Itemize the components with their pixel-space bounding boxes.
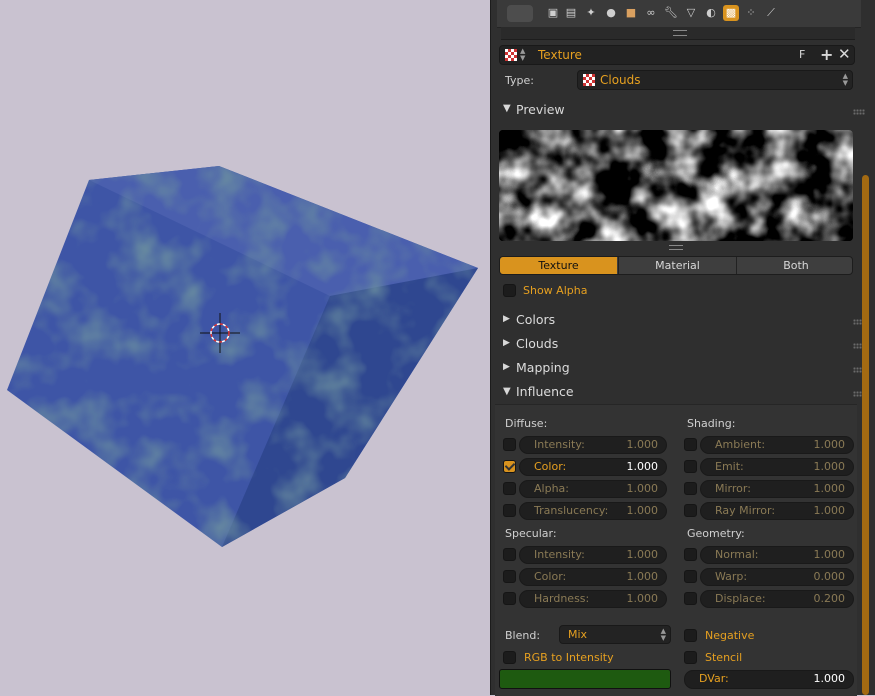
texture-color-swatch[interactable] <box>499 669 671 689</box>
shading-ray-mirror-field[interactable]: Ray Mirror: 1.000 <box>700 502 854 520</box>
influence-panel: Diffuse: Shading: Intensity: 1.000 Color:… <box>495 404 857 696</box>
section-mapping[interactable]: Mapping <box>516 360 570 375</box>
collapse-arrow-icon[interactable]: ▼ <box>503 386 511 397</box>
specular-hardness-field[interactable]: Hardness: 1.000 <box>519 590 667 608</box>
geometry-normal-checkbox[interactable] <box>684 548 697 561</box>
drag-grip-icon[interactable] <box>853 109 865 115</box>
data-tab-icon[interactable]: ▽ <box>683 5 699 21</box>
world-tab-icon[interactable]: ● <box>603 5 619 21</box>
cube-render <box>7 166 478 547</box>
tab-both[interactable]: Both <box>736 257 852 274</box>
stencil-checkbox[interactable] <box>684 651 697 664</box>
diffuse-alpha-field[interactable]: Alpha: 1.000 <box>519 480 667 498</box>
expand-arrow-icon[interactable]: ▶ <box>503 338 510 348</box>
diffuse-alpha-checkbox[interactable] <box>503 482 516 495</box>
section-clouds[interactable]: Clouds <box>516 336 558 351</box>
geometry-normal-field[interactable]: Normal: 1.000 <box>700 546 854 564</box>
shading-ray-mirror-checkbox[interactable] <box>684 504 697 517</box>
constraints-tab-icon[interactable]: ∞ <box>643 5 659 21</box>
type-value: Clouds <box>600 73 641 87</box>
panel-scrollbar[interactable] <box>862 175 869 695</box>
geometry-warp-field[interactable]: Warp: 0.000 <box>700 568 854 586</box>
diffuse-title: Diffuse: <box>505 417 548 430</box>
blend-label: Blend: <box>505 629 541 642</box>
negative-label[interactable]: Negative <box>705 629 754 642</box>
tab-texture[interactable]: Texture <box>500 257 617 274</box>
show-alpha-checkbox[interactable] <box>503 284 516 297</box>
preview-header[interactable]: Preview <box>516 102 565 117</box>
object-tab-icon[interactable]: ■ <box>623 5 639 21</box>
shading-emit-field[interactable]: Emit: 1.000 <box>700 458 854 476</box>
specular-intensity-checkbox[interactable] <box>503 548 516 561</box>
specular-intensity-field[interactable]: Intensity: 1.000 <box>519 546 667 564</box>
3d-viewport[interactable] <box>0 0 490 695</box>
geometry-displace-checkbox[interactable] <box>684 592 697 605</box>
shading-mirror-field[interactable]: Mirror: 1.000 <box>700 480 854 498</box>
shading-emit-checkbox[interactable] <box>684 460 697 473</box>
texture-tab-icon[interactable]: ▩ <box>723 5 739 21</box>
clouds-preview-image <box>499 130 853 241</box>
texture-slot-list[interactable] <box>501 27 855 40</box>
dropdown-arrows-icon: ▲ ▼ <box>660 627 666 642</box>
list-resize-grip[interactable] <box>673 30 687 36</box>
expand-arrow-icon[interactable]: ▶ <box>503 362 510 372</box>
specular-color-checkbox[interactable] <box>503 570 516 583</box>
fake-user-button[interactable]: F <box>799 48 805 61</box>
new-texture-icon[interactable]: + <box>820 45 833 64</box>
specular-title: Specular: <box>505 527 557 540</box>
dropdown-arrows-icon: ▲ ▼ <box>842 72 848 87</box>
influence-tabs: Texture Material Both <box>499 256 853 275</box>
material-tab-icon[interactable]: ◐ <box>703 5 719 21</box>
diffuse-translucency-checkbox[interactable] <box>503 504 516 517</box>
type-dropdown[interactable]: Clouds ▲ ▼ <box>577 70 853 90</box>
unlink-icon[interactable]: ✕ <box>838 45 851 63</box>
editor-type-icon[interactable] <box>507 5 533 22</box>
properties-header: ▣ ▤ ✦ ● ■ ∞ 🔧︎ ▽ ◐ ▩ ⁘ ⟋ <box>497 0 861 28</box>
checker-icon <box>583 74 595 86</box>
particles-tab-icon[interactable]: ⁘ <box>743 5 759 21</box>
specular-color-field[interactable]: Color: 1.000 <box>519 568 667 586</box>
diffuse-color-checkbox[interactable] <box>503 460 516 473</box>
negative-checkbox[interactable] <box>684 629 697 642</box>
blend-value: Mix <box>568 628 588 641</box>
rgb-to-intensity-checkbox[interactable] <box>503 651 516 664</box>
section-influence[interactable]: Influence <box>516 384 574 399</box>
render-layers-tab-icon[interactable]: ▤ <box>563 5 579 21</box>
modifiers-tab-icon[interactable]: 🔧︎ <box>663 5 679 21</box>
render-tab-icon[interactable]: ▣ <box>545 5 561 21</box>
diffuse-translucency-field[interactable]: Translucency: 1.000 <box>519 502 667 520</box>
geometry-displace-field[interactable]: Displace: 0.200 <box>700 590 854 608</box>
preview-resize-grip[interactable] <box>669 245 683 250</box>
shading-ambient-checkbox[interactable] <box>684 438 697 451</box>
checker-icon <box>505 49 517 61</box>
geometry-warp-checkbox[interactable] <box>684 570 697 583</box>
diffuse-intensity-field[interactable]: Intensity: 1.000 <box>519 436 667 454</box>
shading-mirror-checkbox[interactable] <box>684 482 697 495</box>
tab-material[interactable]: Material <box>618 257 736 274</box>
section-colors[interactable]: Colors <box>516 312 555 327</box>
shading-title: Shading: <box>687 417 736 430</box>
properties-panel: ▣ ▤ ✦ ● ■ ∞ 🔧︎ ▽ ◐ ▩ ⁘ ⟋ ▲ ▼ Texture F + … <box>490 0 875 696</box>
dvar-field[interactable]: DVar: 1.000 <box>684 670 854 689</box>
type-label: Type: <box>505 74 534 87</box>
stencil-label[interactable]: Stencil <box>705 651 742 664</box>
rgb-to-intensity-label[interactable]: RGB to Intensity <box>524 651 614 664</box>
expand-arrow-icon[interactable]: ▶ <box>503 314 510 324</box>
diffuse-color-field[interactable]: Color: 1.000 <box>519 458 667 476</box>
preview-collapse-icon[interactable]: ▼ <box>503 103 511 114</box>
blend-dropdown[interactable]: Mix ▲ ▼ <box>559 625 671 644</box>
physics-tab-icon[interactable]: ⟋ <box>763 5 779 21</box>
specular-hardness-checkbox[interactable] <box>503 592 516 605</box>
texture-name[interactable]: Texture <box>538 48 582 62</box>
updown-arrows-icon: ▲ ▼ <box>520 47 526 62</box>
texture-datablock[interactable]: ▲ ▼ Texture F + ✕ <box>499 45 855 65</box>
diffuse-intensity-checkbox[interactable] <box>503 438 516 451</box>
scene-tab-icon[interactable]: ✦ <box>583 5 599 21</box>
geometry-title: Geometry: <box>687 527 745 540</box>
shading-ambient-field[interactable]: Ambient: 1.000 <box>700 436 854 454</box>
show-alpha-label[interactable]: Show Alpha <box>523 284 587 297</box>
texture-preview <box>499 130 853 241</box>
